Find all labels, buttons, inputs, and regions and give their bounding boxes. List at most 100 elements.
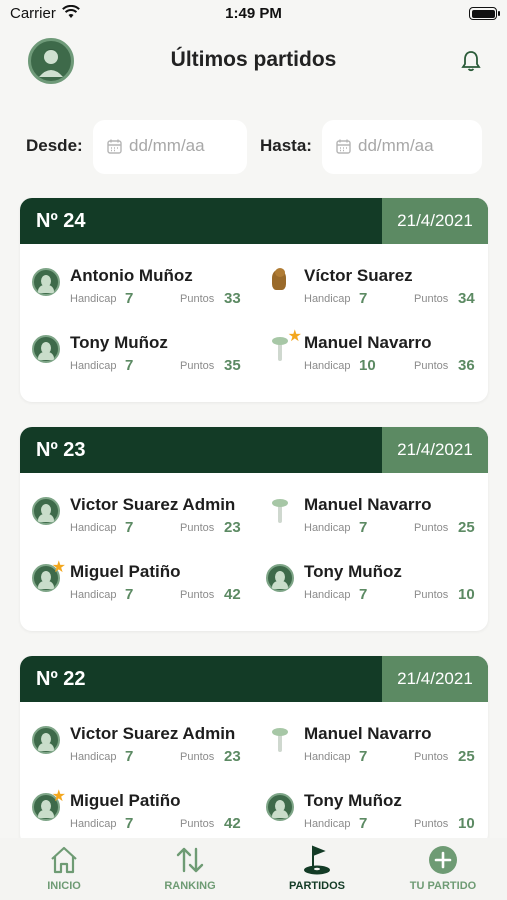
player-name: Tony Muñoz xyxy=(70,333,168,352)
hasta-date-field[interactable]: dd/mm/aa xyxy=(322,120,482,174)
puntos-label: Puntos xyxy=(180,818,215,830)
match-card-header: Nº 22 21/4/2021 xyxy=(20,656,488,702)
match-card-header: Nº 24 21/4/2021 xyxy=(20,198,488,244)
player-entry[interactable]: ★ Miguel Patiño Handicap 7 Puntos 42 xyxy=(32,560,252,610)
tab-label: PARTIDOS xyxy=(288,880,346,892)
handicap-value: 7 xyxy=(359,519,368,536)
player-name: Víctor Suarez xyxy=(304,266,413,285)
player-name: Tony Muñoz xyxy=(304,562,402,581)
match-card[interactable]: Nº 24 21/4/2021 Antonio Muñoz Handicap 7 Punt… xyxy=(20,198,488,402)
puntos-value: 25 xyxy=(458,519,475,536)
match-number: Nº 23 xyxy=(36,439,86,461)
tab-tu-partido[interactable]: TU PARTIDO xyxy=(383,844,503,896)
handicap-value: 7 xyxy=(359,586,368,603)
hasta-placeholder: dd/mm/aa xyxy=(358,136,434,155)
home-icon xyxy=(48,844,80,876)
player-name: Manuel Navarro xyxy=(304,495,432,514)
handicap-label: Handicap xyxy=(70,818,117,830)
player-name: Miguel Patiño xyxy=(70,562,181,581)
hasta-label: Hasta: xyxy=(260,136,312,155)
page-title: Últimos partidos xyxy=(170,48,337,71)
puntos-value: 36 xyxy=(458,357,475,374)
player-entry[interactable]: Manuel Navarro Handicap 7 Puntos 25 xyxy=(266,724,486,772)
puntos-label: Puntos xyxy=(180,293,215,305)
match-date: 21/4/2021 xyxy=(382,427,488,473)
player-avatar xyxy=(266,726,294,754)
handicap-label: Handicap xyxy=(304,589,351,601)
tab-label: INICIO xyxy=(47,880,81,892)
player-avatar xyxy=(266,564,294,592)
header: Últimos partidos xyxy=(0,36,507,84)
star-icon: ★ xyxy=(51,788,66,805)
handicap-value: 7 xyxy=(125,748,134,765)
puntos-value: 10 xyxy=(458,586,475,603)
puntos-label: Puntos xyxy=(180,522,215,534)
handicap-value: 7 xyxy=(359,748,368,765)
handicap-value: 7 xyxy=(125,815,134,832)
player-name: Victor Suarez Admin xyxy=(70,495,236,514)
desde-label: Desde: xyxy=(26,136,83,155)
clock: 1:49 PM xyxy=(225,5,282,22)
handicap-value: 7 xyxy=(359,290,368,307)
tab-inicio[interactable]: INICIO xyxy=(4,844,124,896)
handicap-value: 7 xyxy=(125,290,134,307)
puntos-label: Puntos xyxy=(414,751,449,763)
desde-placeholder: dd/mm/aa xyxy=(129,136,205,155)
player-entry[interactable]: Victor Suarez Admin Handicap 7 Puntos 23 xyxy=(32,495,252,543)
handicap-label: Handicap xyxy=(70,360,117,372)
player-name: Miguel Patiño xyxy=(70,791,181,810)
match-date: 21/4/2021 xyxy=(382,198,488,244)
handicap-value: 7 xyxy=(359,815,368,832)
player-entry[interactable]: Tony Muñoz Handicap 7 Puntos 10 xyxy=(266,791,486,839)
player-avatar: ★ xyxy=(32,560,66,592)
puntos-value: 10 xyxy=(458,815,475,832)
puntos-value: 42 xyxy=(224,815,241,832)
player-entry[interactable]: Antonio Muñoz Handicap 7 Puntos 33 xyxy=(32,266,252,314)
add-circle-icon xyxy=(427,844,459,876)
handicap-label: Handicap xyxy=(70,293,117,305)
player-avatar: ★ xyxy=(32,789,66,821)
tab-ranking[interactable]: RANKING xyxy=(130,844,250,896)
puntos-label: Puntos xyxy=(180,360,215,372)
desde-date-field[interactable]: dd/mm/aa xyxy=(93,120,247,174)
player-avatar xyxy=(32,335,60,363)
player-avatar xyxy=(32,497,60,525)
puntos-value: 23 xyxy=(224,519,241,536)
player-entry[interactable]: Victor Suarez Admin Handicap 7 Puntos 23 xyxy=(32,724,252,772)
player-entry[interactable]: Víctor Suarez Handicap 7 Puntos 34 xyxy=(266,266,486,314)
puntos-label: Puntos xyxy=(180,751,215,763)
puntos-label: Puntos xyxy=(180,589,215,601)
player-name: Manuel Navarro xyxy=(304,333,432,352)
handicap-label: Handicap xyxy=(304,522,351,534)
bell-icon[interactable] xyxy=(461,50,481,77)
handicap-value: 7 xyxy=(125,519,134,536)
puntos-value: 33 xyxy=(224,290,241,307)
date-filters: Desde: dd/mm/aa Hasta: dd/mm/aa xyxy=(0,120,507,174)
tab-partidos[interactable]: PARTIDOS xyxy=(257,844,377,896)
player-entry[interactable]: Tony Muñoz Handicap 7 Puntos 35 xyxy=(32,333,252,381)
star-icon: ★ xyxy=(287,328,302,345)
golf-flag-icon xyxy=(301,844,333,876)
handicap-value: 10 xyxy=(359,357,376,374)
match-card[interactable]: Nº 22 21/4/2021 Victor Suarez Admin Handica… xyxy=(20,656,488,846)
match-date: 21/4/2021 xyxy=(382,656,488,702)
puntos-label: Puntos xyxy=(414,522,449,534)
handicap-label: Handicap xyxy=(70,589,117,601)
match-number: Nº 22 xyxy=(36,668,86,690)
handicap-label: Handicap xyxy=(304,818,351,830)
player-avatar xyxy=(32,726,60,754)
player-entry[interactable]: ★ Miguel Patiño Handicap 7 Puntos 42 xyxy=(32,789,252,839)
player-entry[interactable]: ★ Manuel Navarro Handicap 10 Puntos 36 xyxy=(266,329,486,381)
match-card[interactable]: Nº 23 21/4/2021 Victor Suarez Admin Handica… xyxy=(20,427,488,631)
player-avatar xyxy=(266,268,294,296)
tab-label: TU PARTIDO xyxy=(409,880,477,892)
player-entry[interactable]: Manuel Navarro Handicap 7 Puntos 25 xyxy=(266,495,486,543)
player-name: Victor Suarez Admin xyxy=(70,724,236,743)
handicap-label: Handicap xyxy=(304,751,351,763)
battery-icon xyxy=(469,7,500,20)
player-entry[interactable]: Tony Muñoz Handicap 7 Puntos 10 xyxy=(266,562,486,610)
puntos-value: 35 xyxy=(224,357,241,374)
status-bar: Carrier 1:49 PM xyxy=(0,0,507,28)
tab-bar: INICIO RANKING PARTIDOS TU PARTIDO xyxy=(0,838,507,900)
handicap-label: Handicap xyxy=(304,360,351,372)
